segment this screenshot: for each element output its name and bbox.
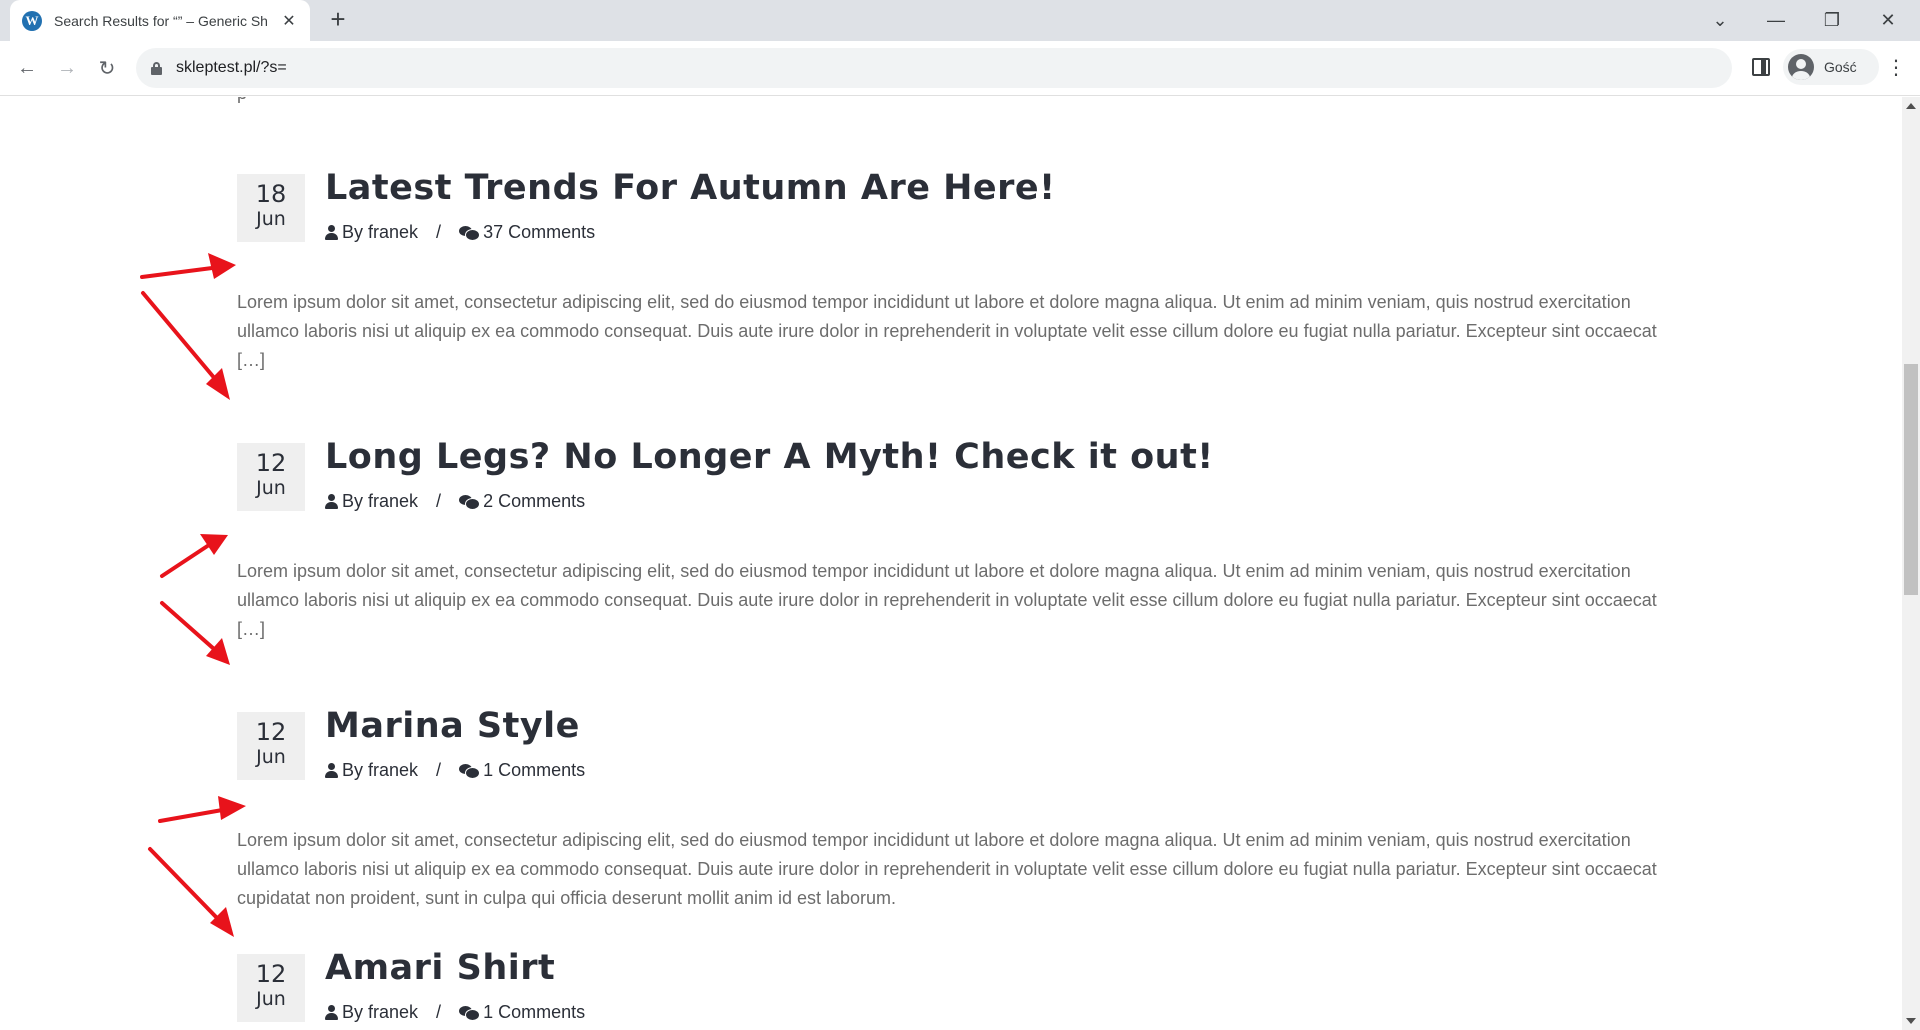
post-author[interactable]: By franek bbox=[342, 222, 418, 243]
user-icon bbox=[325, 763, 338, 778]
comments-icon bbox=[459, 225, 481, 241]
comments-icon bbox=[459, 1005, 481, 1021]
post-author[interactable]: By franek bbox=[342, 760, 418, 781]
tab-search-icon[interactable]: ⌄ bbox=[1692, 0, 1748, 41]
back-button[interactable]: ← bbox=[12, 53, 42, 83]
excerpt-text: Lorem ipsum dolor sit amet, consectetur … bbox=[237, 292, 1657, 341]
comments-icon bbox=[459, 763, 481, 779]
forward-button[interactable]: → bbox=[52, 53, 82, 83]
post-author[interactable]: By franek bbox=[342, 1002, 418, 1023]
post-title[interactable]: Latest Trends For Autumn Are Here! bbox=[325, 168, 1056, 208]
post-title[interactable]: Long Legs? No Longer A Myth! Check it ou… bbox=[325, 437, 1214, 477]
page-scrollbar[interactable] bbox=[1902, 97, 1920, 1030]
post-day: 18 bbox=[255, 180, 287, 208]
minimize-button[interactable]: — bbox=[1748, 0, 1804, 41]
comments-icon bbox=[459, 494, 481, 510]
meta-separator: / bbox=[436, 1002, 442, 1022]
close-window-button[interactable]: ✕ bbox=[1860, 0, 1916, 41]
arrow-annotation bbox=[140, 253, 236, 279]
browser-toolbar: ← → ↻ skleptest.pl/?s= Gość ⋮ bbox=[0, 41, 1920, 96]
post-month: Jun bbox=[256, 208, 286, 230]
post-title[interactable]: Amari Shirt bbox=[325, 948, 555, 988]
post-excerpt: Lorem ipsum dolor sit amet, consectetur … bbox=[237, 826, 1657, 913]
post-date: 12 Jun bbox=[237, 443, 305, 511]
post-author[interactable]: By franek bbox=[342, 491, 418, 512]
post-date: 12 Jun bbox=[237, 954, 305, 1022]
menu-icon[interactable]: ⋮ bbox=[1884, 53, 1908, 83]
post-meta: By franek / 1 Comments bbox=[325, 1002, 585, 1023]
post-title[interactable]: Marina Style bbox=[325, 706, 580, 746]
page-viewport: p 18 Jun Latest Trends For Autumn Are He… bbox=[0, 97, 1902, 1030]
scrollbar-thumb[interactable] bbox=[1904, 364, 1918, 595]
read-more-link[interactable]: […] bbox=[237, 619, 265, 639]
new-tab-button[interactable]: + bbox=[324, 6, 352, 34]
tab-title: Search Results for “” – Generic Sh bbox=[54, 12, 268, 29]
meta-separator: / bbox=[436, 222, 442, 242]
user-icon bbox=[325, 1005, 338, 1020]
post-month: Jun bbox=[256, 746, 286, 768]
post-day: 12 bbox=[255, 960, 287, 988]
scroll-down-icon[interactable] bbox=[1906, 1018, 1916, 1024]
post-month: Jun bbox=[256, 477, 286, 499]
post-excerpt: Lorem ipsum dolor sit amet, consectetur … bbox=[237, 557, 1657, 644]
post-meta: By franek / 1 Comments bbox=[325, 760, 585, 781]
post-comments[interactable]: 37 Comments bbox=[483, 222, 595, 243]
url-text[interactable]: skleptest.pl/?s= bbox=[176, 59, 287, 77]
post-meta: By franek / 2 Comments bbox=[325, 491, 585, 512]
post-meta: By franek / 37 Comments bbox=[325, 222, 595, 243]
post-day: 12 bbox=[255, 449, 287, 477]
arrow-annotation bbox=[160, 534, 228, 578]
restore-button[interactable]: ❐ bbox=[1804, 0, 1860, 41]
user-icon bbox=[325, 225, 338, 240]
excerpt-text: Lorem ipsum dolor sit amet, consectetur … bbox=[237, 830, 1657, 908]
post-comments[interactable]: 1 Comments bbox=[483, 760, 585, 781]
post-day: 12 bbox=[255, 718, 287, 746]
profile-name: Gość bbox=[1824, 59, 1857, 75]
reload-button[interactable]: ↻ bbox=[92, 53, 122, 83]
wordpress-icon: W bbox=[22, 10, 42, 31]
post-comments[interactable]: 1 Comments bbox=[483, 1002, 585, 1023]
profile-button[interactable]: Gość bbox=[1783, 49, 1879, 85]
tab-strip: W Search Results for “” – Generic Sh ✕ +… bbox=[0, 0, 1920, 41]
post-month: Jun bbox=[256, 988, 286, 1010]
arrow-annotation bbox=[158, 796, 246, 823]
user-icon bbox=[325, 494, 338, 509]
excerpt-text: Lorem ipsum dolor sit amet, consectetur … bbox=[237, 561, 1657, 610]
tab-close-icon[interactable]: ✕ bbox=[280, 11, 298, 31]
post-date: 12 Jun bbox=[237, 712, 305, 780]
side-panel-icon[interactable] bbox=[1752, 58, 1770, 76]
post-excerpt: Lorem ipsum dolor sit amet, consectetur … bbox=[237, 288, 1657, 375]
meta-separator: / bbox=[436, 491, 442, 511]
arrow-annotation bbox=[148, 847, 234, 937]
arrow-annotation bbox=[141, 291, 230, 400]
post-comments[interactable]: 2 Comments bbox=[483, 491, 585, 512]
avatar-icon bbox=[1788, 54, 1814, 80]
read-more-link[interactable]: […] bbox=[237, 350, 265, 370]
browser-tab[interactable]: W Search Results for “” – Generic Sh ✕ bbox=[10, 0, 310, 41]
lock-icon[interactable] bbox=[151, 61, 162, 75]
post-date: 18 Jun bbox=[237, 174, 305, 242]
arrow-annotation bbox=[160, 601, 230, 665]
address-bar[interactable]: skleptest.pl/?s= bbox=[136, 48, 1732, 88]
clipped-text: p bbox=[237, 97, 247, 104]
scroll-up-icon[interactable] bbox=[1906, 103, 1916, 109]
meta-separator: / bbox=[436, 760, 442, 780]
